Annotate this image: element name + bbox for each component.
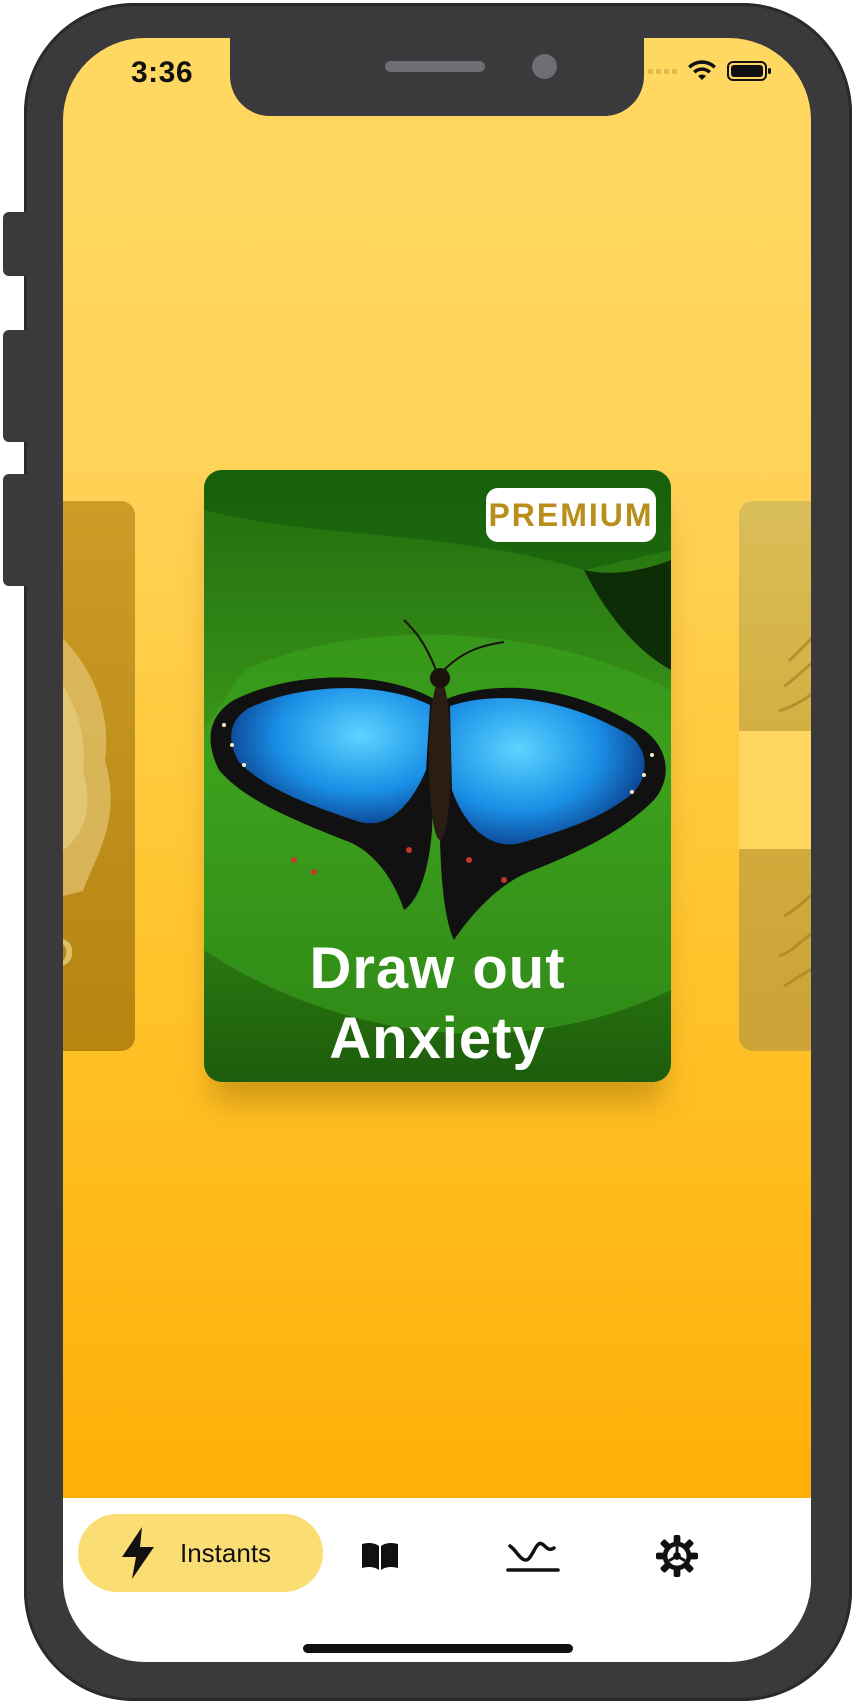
volume-up-button [3, 330, 27, 442]
wave-signature-icon [506, 1541, 560, 1572]
card-title-line-2: Anxiety [329, 1006, 546, 1071]
notch [230, 38, 644, 116]
mute-switch [3, 212, 27, 276]
speaker [385, 61, 485, 72]
carousel-card-current[interactable]: PREMIUM Draw out Anxiety [204, 470, 671, 1082]
card-title: Draw out Anxiety [204, 934, 671, 1074]
tab-instants[interactable]: Instants [78, 1514, 323, 1592]
home-indicator[interactable] [303, 1644, 573, 1653]
tab-instants-label: Instants [180, 1537, 272, 1568]
tab-journal[interactable] [506, 1534, 560, 1578]
premium-badge: PREMIUM [486, 488, 656, 542]
front-camera [532, 54, 557, 79]
carousel-card-previous[interactable]: D [63, 501, 135, 1051]
battery-icon [727, 61, 771, 81]
tab-bar: Instants [63, 1498, 811, 1662]
wifi-icon [688, 60, 716, 80]
lightning-icon [122, 1527, 154, 1579]
tab-settings[interactable] [655, 1534, 699, 1578]
status-time: 3:36 [131, 56, 194, 89]
status-icons [648, 60, 773, 82]
volume-down-button [3, 474, 27, 586]
gear-icon [655, 1534, 699, 1578]
next-card-artwork [739, 636, 811, 988]
carousel-card-next[interactable] [739, 501, 811, 1051]
tab-library[interactable] [358, 1534, 402, 1578]
previous-card-title: D [63, 931, 74, 976]
card-title-line-1: Draw out [309, 936, 566, 1001]
book-icon [362, 1542, 398, 1570]
cellular-signal-icon [648, 68, 677, 74]
app-screen: 3:36 D [63, 38, 811, 1662]
